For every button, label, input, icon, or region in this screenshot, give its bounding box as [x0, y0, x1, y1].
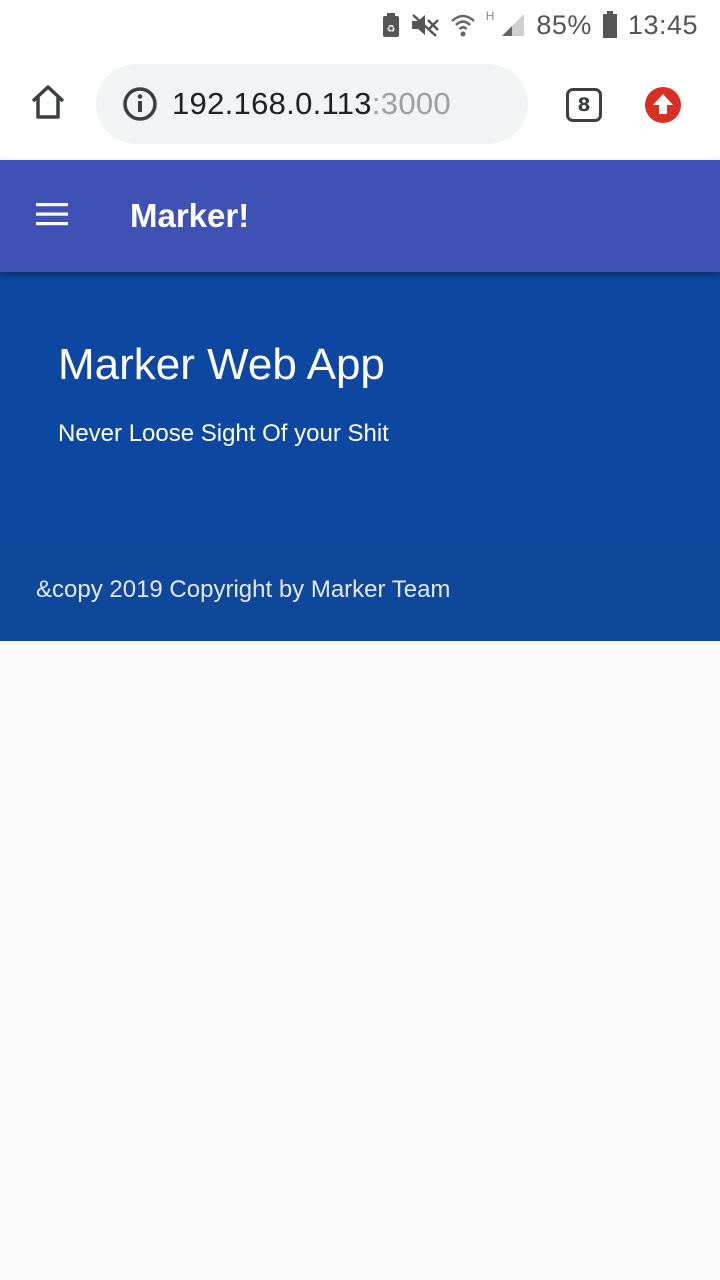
hero-title: Marker Web App — [58, 340, 385, 389]
app-bar: Marker! — [0, 160, 720, 272]
footer: &copy 2019 Copyright by Marker Team — [0, 542, 720, 641]
tab-switcher-button[interactable]: 8 — [566, 88, 602, 122]
svg-text:♻: ♻ — [386, 24, 395, 35]
battery-percent: 85% — [536, 9, 592, 40]
hero-section: Marker Web App Never Loose Sight Of your… — [0, 272, 720, 542]
url-text: 192.168.0.113:3000 — [172, 86, 451, 122]
menu-button[interactable] — [30, 196, 74, 236]
app-title: Marker! — [130, 197, 250, 234]
status-bar: ♻ H 85% 13:45 — [0, 0, 720, 50]
battery-icon — [602, 11, 618, 39]
hamburger-menu-icon — [35, 201, 69, 232]
update-button[interactable] — [644, 86, 682, 124]
page-content-area — [0, 641, 720, 1280]
update-arrow-icon — [644, 87, 682, 128]
url-port: :3000 — [371, 86, 451, 121]
browser-toolbar: 192.168.0.113:3000 8 — [0, 50, 720, 160]
hero-subtitle: Never Loose Sight Of your Shit — [58, 420, 389, 447]
copyright-text: &copy 2019 Copyright by Marker Team — [36, 576, 451, 603]
info-icon[interactable] — [122, 86, 158, 122]
url-host: 192.168.0.113 — [172, 86, 372, 121]
home-icon — [28, 82, 68, 127]
clock: 13:45 — [627, 9, 698, 40]
address-bar[interactable]: 192.168.0.113:3000 — [96, 64, 528, 144]
home-button[interactable] — [24, 80, 72, 128]
battery-saver-icon: ♻ — [382, 12, 400, 38]
mute-icon — [410, 12, 440, 38]
network-type-label: H — [485, 9, 495, 23]
signal-icon — [500, 12, 526, 38]
wifi-icon — [450, 12, 476, 38]
